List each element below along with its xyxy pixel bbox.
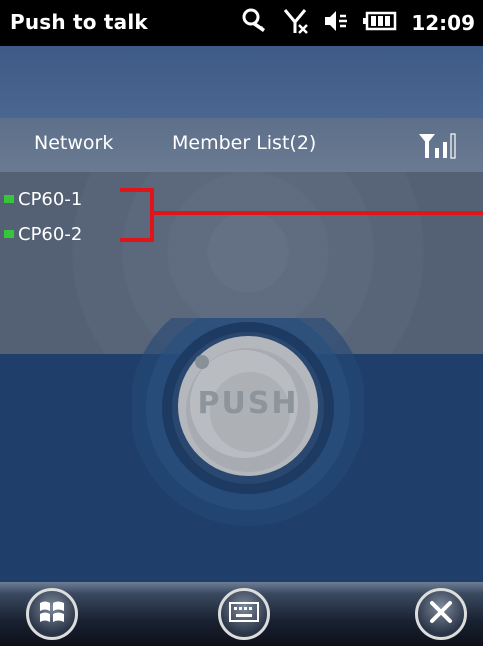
keyboard-icon [229, 601, 259, 627]
speaker-muted-icon [323, 8, 349, 38]
keyboard-button[interactable] [218, 588, 270, 640]
online-status-icon [4, 195, 14, 203]
annotation-bracket [120, 188, 483, 242]
app-title: Push to talk [10, 10, 148, 34]
push-label: PUSH [197, 386, 299, 421]
windows-start-button[interactable] [26, 588, 78, 640]
bottom-toolbar [0, 582, 483, 646]
signal-strength-icon [417, 130, 463, 164]
push-button[interactable]: PUSH [130, 290, 366, 528]
title-bar: Push to talk 12:09 [0, 0, 483, 46]
windows-start-icon [37, 597, 67, 631]
close-button[interactable] [415, 588, 467, 640]
header-band [0, 46, 483, 118]
member-name: CP60-2 [18, 223, 83, 245]
tab-network[interactable]: Network [34, 132, 113, 154]
list-item[interactable]: CP60-1 [4, 187, 82, 211]
online-status-icon [4, 230, 14, 238]
clock-time: 12:09 [411, 11, 475, 35]
member-name: CP60-1 [18, 188, 83, 210]
tab-bar: Network Member List(2) [0, 118, 483, 172]
tab-member-list[interactable]: Member List(2) [172, 132, 316, 154]
close-icon [426, 597, 456, 631]
list-item[interactable]: CP60-2 [4, 222, 82, 246]
no-signal-icon [283, 7, 309, 39]
app-window: Push to talk 12:09 Network Member List(2… [0, 0, 483, 646]
sync-icon [241, 7, 269, 39]
battery-icon [363, 10, 397, 36]
status-icons: 12:09 [241, 8, 475, 38]
